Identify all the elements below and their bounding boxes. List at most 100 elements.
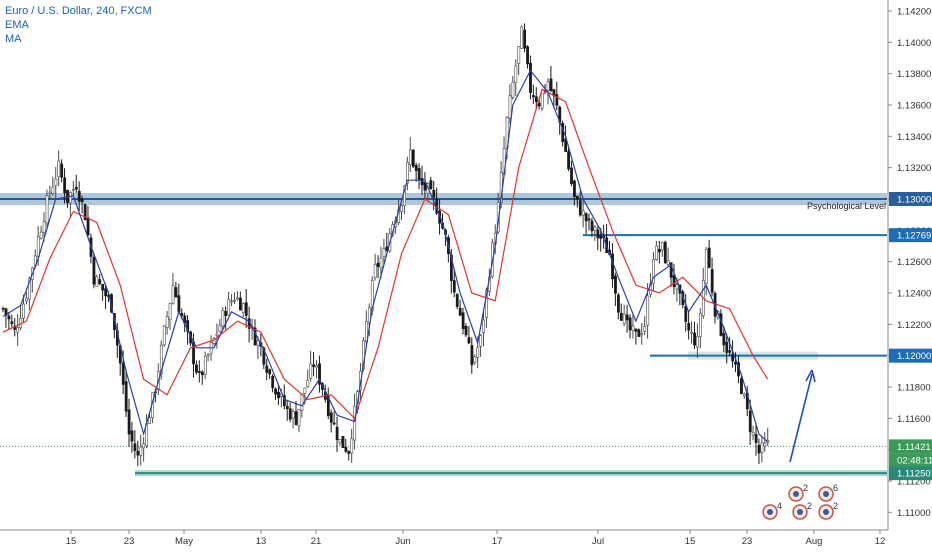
candle[interactable] [69, 192, 72, 204]
candle[interactable] [227, 299, 231, 316]
candle[interactable] [203, 355, 207, 375]
candle[interactable] [16, 327, 20, 333]
candle[interactable] [77, 191, 81, 202]
candle[interactable] [195, 364, 198, 373]
candle[interactable] [285, 405, 289, 409]
candle[interactable] [177, 295, 181, 313]
candle[interactable] [341, 435, 345, 448]
candle[interactable] [693, 332, 696, 346]
candle[interactable] [344, 446, 348, 452]
candle[interactable] [86, 217, 90, 236]
candle[interactable] [315, 365, 319, 368]
candle[interactable] [335, 426, 339, 441]
candle[interactable] [54, 178, 58, 186]
candle[interactable] [274, 388, 277, 395]
candle[interactable] [192, 341, 195, 365]
candle[interactable] [60, 163, 64, 178]
candle[interactable] [80, 198, 84, 202]
candle[interactable] [382, 248, 386, 257]
candle[interactable] [593, 226, 597, 231]
candle[interactable] [291, 411, 295, 419]
candle[interactable] [514, 65, 518, 84]
candle[interactable] [136, 450, 140, 456]
candle[interactable] [408, 149, 412, 165]
candle[interactable] [347, 451, 351, 454]
candle[interactable] [309, 363, 313, 379]
candle[interactable] [48, 191, 52, 194]
candle[interactable] [637, 329, 641, 337]
candle[interactable] [42, 221, 46, 233]
candle[interactable] [587, 218, 591, 221]
candle[interactable] [142, 443, 146, 449]
candle[interactable] [10, 321, 14, 325]
candle[interactable] [707, 247, 711, 268]
candle[interactable] [464, 325, 468, 336]
candle[interactable] [271, 375, 275, 389]
candle[interactable] [268, 369, 272, 375]
candle[interactable] [429, 180, 433, 190]
chart-area[interactable]: Psychological Level 2 6 4 2 2 1.14200 1.14000 1.… [0, 0, 932, 550]
candle[interactable] [731, 353, 735, 362]
candle[interactable] [130, 430, 134, 442]
candle[interactable] [165, 316, 169, 328]
candle[interactable] [646, 295, 650, 326]
candle[interactable] [92, 257, 96, 285]
candle[interactable] [546, 81, 550, 91]
candle[interactable] [303, 387, 307, 394]
candle[interactable] [432, 189, 436, 198]
candle[interactable] [581, 210, 585, 216]
candle[interactable] [379, 257, 383, 269]
candle[interactable] [619, 312, 623, 321]
candle[interactable] [233, 299, 236, 302]
candle[interactable] [294, 411, 298, 425]
candle[interactable] [22, 303, 26, 319]
candle[interactable] [376, 262, 380, 267]
candle[interactable] [198, 371, 201, 373]
candle[interactable] [139, 446, 143, 456]
candle[interactable] [470, 345, 474, 366]
candle[interactable] [517, 46, 521, 64]
candle[interactable] [241, 303, 245, 314]
candle[interactable] [684, 306, 688, 322]
candle[interactable] [634, 328, 638, 332]
candle[interactable] [748, 410, 752, 433]
candle[interactable] [479, 335, 483, 347]
candle[interactable] [332, 422, 336, 425]
candle[interactable] [537, 103, 541, 107]
candle[interactable] [567, 151, 570, 170]
candle[interactable] [236, 297, 239, 300]
candle[interactable] [350, 438, 354, 454]
candle[interactable] [288, 408, 292, 420]
candle[interactable] [511, 81, 515, 98]
candle[interactable] [95, 276, 99, 287]
candle[interactable] [523, 29, 527, 49]
candle[interactable] [45, 195, 49, 224]
candle[interactable] [215, 333, 219, 336]
candle[interactable] [98, 279, 102, 285]
candle[interactable] [699, 312, 702, 337]
candle[interactable] [757, 444, 761, 454]
candle[interactable] [725, 341, 729, 353]
candle[interactable] [300, 393, 304, 411]
candle[interactable] [599, 235, 603, 239]
candle[interactable] [625, 314, 629, 321]
candle[interactable] [124, 381, 128, 412]
candle[interactable] [121, 362, 125, 385]
candle[interactable] [643, 326, 647, 332]
candle[interactable] [508, 95, 512, 119]
candle[interactable] [687, 322, 691, 331]
candle[interactable] [221, 310, 225, 327]
candle[interactable] [400, 205, 403, 212]
candle[interactable] [133, 443, 137, 451]
candle[interactable] [675, 284, 679, 290]
candle[interactable] [476, 347, 480, 358]
candle[interactable] [329, 412, 333, 423]
candle[interactable] [461, 312, 465, 329]
candle[interactable] [353, 405, 357, 441]
candle[interactable] [411, 149, 415, 167]
candle[interactable] [751, 432, 755, 436]
candle[interactable] [72, 188, 75, 191]
candle[interactable] [575, 195, 579, 200]
candle[interactable] [573, 180, 576, 198]
candle[interactable] [239, 297, 242, 311]
